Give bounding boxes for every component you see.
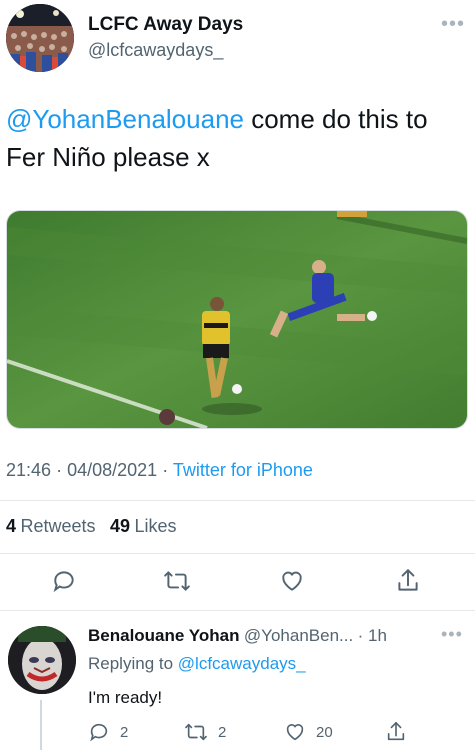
divider [0,500,475,501]
share-icon[interactable] [395,567,421,595]
tweet-text: @YohanBenalouane come do this to Fer Niñ… [6,100,466,176]
reply-author-handle[interactable]: @YohanBen... [244,626,353,645]
reply-share-icon[interactable] [385,720,407,744]
reply-age: · 1h [357,626,387,645]
tweet-timestamp: 21:46 · 04/08/2021 · Twitter for iPhone [6,460,313,481]
retweets-stat[interactable]: 4 Retweets [6,516,100,536]
replying-to-handle[interactable]: @lcfcawaydays_ [178,654,306,673]
reply-icon[interactable] [51,568,77,594]
likes-label: Likes [134,516,177,536]
reply-reply-icon[interactable] [88,721,110,743]
author-avatar[interactable] [6,4,74,72]
reply-retweet-count: 2 [218,724,227,741]
meta-separator: · [162,460,169,480]
tweet-media-image[interactable] [6,210,468,429]
replying-to: Replying to @lcfcawaydays_ [88,654,306,674]
likes-count: 49 [109,516,130,536]
more-dots-icon[interactable]: ••• [441,13,465,36]
engagement-stats: 4 Retweets 49 Likes [6,516,176,537]
reply-text: I'm ready! [88,688,163,707]
reply-like-count: 20 [316,724,333,741]
author-name[interactable]: LCFC Away Days [88,14,243,36]
reply-thread-line [40,700,42,750]
retweets-label: Retweets [20,516,96,536]
reply-reply-count: 2 [120,724,129,741]
divider [0,610,475,611]
author-handle[interactable]: @lcfcawaydays_ [88,40,223,61]
tweet-date: 04/08/2021 [67,460,158,480]
tweet-source-link[interactable]: Twitter for iPhone [173,460,313,480]
reply-more-dots-icon[interactable]: ••• [441,624,463,645]
replying-to-label: Replying to [88,654,174,673]
reply-header: Benalouane Yohan @YohanBen... · 1h [88,626,387,646]
reply-author-name[interactable]: Benalouane Yohan [88,626,239,645]
reply-author-avatar[interactable] [8,626,76,694]
tweet-text-line2: Fer Niño please x [6,142,210,172]
tweet-text-line1: come do this to [244,104,428,134]
reply-retweet-icon[interactable] [184,721,208,743]
retweets-count: 4 [6,516,17,536]
meta-separator: · [56,460,63,480]
divider [0,553,475,554]
reply-like-icon[interactable] [284,721,306,743]
likes-stat[interactable]: 49 Likes [109,516,177,536]
retweet-icon[interactable] [163,568,191,594]
mention-link[interactable]: @YohanBenalouane [6,104,244,134]
like-icon[interactable] [279,568,305,594]
tweet-time: 21:46 [6,460,52,480]
